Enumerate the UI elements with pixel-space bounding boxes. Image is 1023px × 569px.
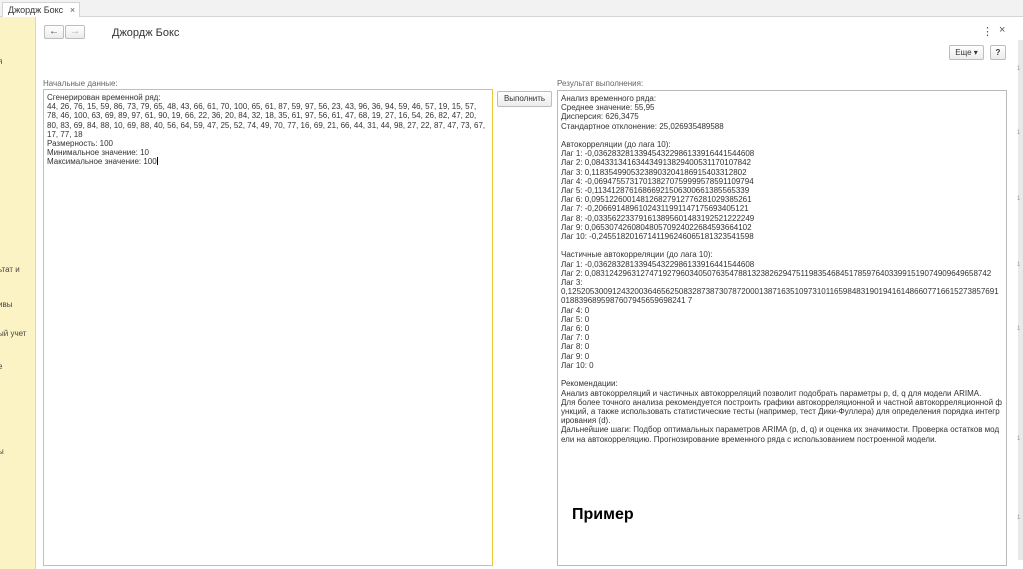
result-textarea[interactable]: Анализ временного ряда: Среднее значение… bbox=[557, 90, 1007, 566]
right-mark: 1 bbox=[1017, 436, 1021, 442]
sidebar-item-0[interactable]: я bbox=[0, 57, 2, 66]
back-button[interactable]: ← bbox=[44, 25, 64, 39]
more-vertical-icon[interactable]: ⋮ bbox=[982, 25, 993, 38]
more-button[interactable]: Еще ▾ bbox=[949, 45, 984, 60]
help-button[interactable]: ? bbox=[990, 45, 1006, 60]
tab-close-icon[interactable]: × bbox=[70, 3, 75, 17]
right-mark: 1 bbox=[1017, 262, 1021, 268]
right-mark: 1 bbox=[1017, 66, 1021, 72]
tab-title: Джордж Бокс bbox=[8, 5, 64, 15]
tab-bar: Джордж Бокс × bbox=[0, 0, 1023, 17]
result-text: Анализ временного ряда: Среднее значение… bbox=[561, 94, 1002, 444]
forward-button[interactable]: → bbox=[65, 25, 85, 39]
text-caret bbox=[156, 157, 158, 166]
sidebar-item-1[interactable]: ьтат и bbox=[0, 265, 20, 274]
arrow-right-icon: → bbox=[70, 26, 80, 37]
right-mark: 1 bbox=[1017, 515, 1021, 521]
initial-data-textarea[interactable]: Сгенерирован временной ряд: 44, 26, 76, … bbox=[43, 89, 493, 566]
sidebar-item-4[interactable]: е bbox=[0, 362, 2, 371]
tab-george-box[interactable]: Джордж Бокс × bbox=[2, 2, 81, 17]
output-label: Результат выполнения: bbox=[557, 79, 644, 88]
sidebar-item-3[interactable]: ый учет bbox=[0, 329, 26, 338]
input-label: Начальные данные: bbox=[43, 79, 118, 88]
close-icon[interactable]: × bbox=[999, 24, 1005, 36]
run-button[interactable]: Выполнить bbox=[497, 91, 552, 107]
example-watermark: Пример bbox=[572, 506, 634, 523]
sections-panel: я ьтат и ивы ый учет е ы bbox=[0, 17, 36, 569]
sidebar-item-5[interactable]: ы bbox=[0, 447, 4, 456]
right-scroll-strip[interactable] bbox=[1018, 40, 1023, 560]
sidebar-item-2[interactable]: ивы bbox=[0, 300, 12, 309]
right-mark: 1 bbox=[1017, 130, 1021, 136]
page-title: Джордж Бокс bbox=[112, 27, 180, 39]
right-mark: 1 bbox=[1017, 196, 1021, 202]
arrow-left-icon: ← bbox=[49, 26, 59, 37]
right-mark: 1 bbox=[1017, 326, 1021, 332]
initial-data-text: Сгенерирован временной ряд: 44, 26, 76, … bbox=[47, 93, 486, 167]
